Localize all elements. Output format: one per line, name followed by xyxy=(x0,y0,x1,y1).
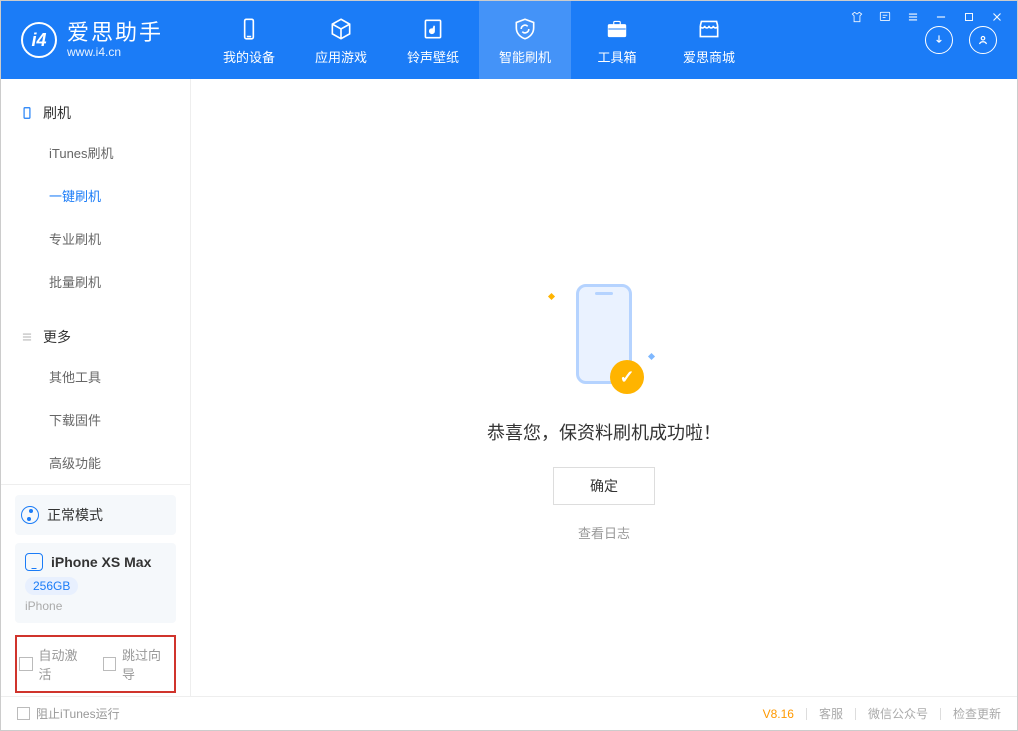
checkbox-block-itunes[interactable]: 阻止iTunes运行 xyxy=(17,705,120,722)
nav-toolbox[interactable]: 工具箱 xyxy=(571,1,663,79)
shirt-icon[interactable] xyxy=(849,9,865,25)
sidebar-section-flash: 刷机 xyxy=(1,95,190,131)
separator xyxy=(855,708,856,720)
device-icon xyxy=(235,15,263,43)
close-icon[interactable] xyxy=(989,9,1005,25)
sidebar: 刷机 iTunes刷机 一键刷机 专业刷机 批量刷机 更多 其他工具 下载固件 … xyxy=(1,79,191,696)
app-title: 爱思助手 xyxy=(67,21,163,45)
window-controls xyxy=(849,9,1005,25)
sidebar-section-title: 更多 xyxy=(43,327,71,347)
device-small-icon xyxy=(25,553,43,571)
feedback-icon[interactable] xyxy=(877,9,893,25)
top-navigation: 我的设备 应用游戏 铃声壁纸 智能刷机 工具箱 爱思商城 xyxy=(203,1,755,79)
footer-bar: 阻止iTunes运行 V8.16 客服 微信公众号 检查更新 xyxy=(1,696,1017,730)
maximize-icon[interactable] xyxy=(961,9,977,25)
checkbox-icon xyxy=(17,707,30,720)
shield-refresh-icon xyxy=(511,15,539,43)
ok-button[interactable]: 确定 xyxy=(553,467,655,505)
sidebar-item-oneclick-flash[interactable]: 一键刷机 xyxy=(1,174,190,217)
nav-label: 工具箱 xyxy=(598,47,637,66)
view-log-link[interactable]: 查看日志 xyxy=(578,523,630,542)
sidebar-item-itunes-flash[interactable]: iTunes刷机 xyxy=(1,131,190,174)
main-area: 刷机 iTunes刷机 一键刷机 专业刷机 批量刷机 更多 其他工具 下载固件 … xyxy=(1,79,1017,696)
options-row-highlighted: 自动激活 跳过向导 xyxy=(15,635,176,693)
device-capacity-badge: 256GB xyxy=(25,577,78,595)
separator xyxy=(940,708,941,720)
nav-label: 铃声壁纸 xyxy=(407,47,459,66)
nav-label: 爱思商城 xyxy=(683,47,735,66)
download-manager-icon[interactable] xyxy=(925,26,953,54)
version-label: V8.16 xyxy=(763,707,794,721)
device-card[interactable]: iPhone XS Max 256GB iPhone xyxy=(15,543,176,623)
logo-icon: i4 xyxy=(21,22,57,58)
sparkle-icon xyxy=(648,353,655,360)
nav-smart-flash[interactable]: 智能刷机 xyxy=(479,1,571,79)
sparkle-icon xyxy=(548,293,555,300)
app-header: i4 爱思助手 www.i4.cn 我的设备 应用游戏 铃声壁纸 智能刷机 工具… xyxy=(1,1,1017,79)
cube-icon xyxy=(327,15,355,43)
device-name: iPhone XS Max xyxy=(51,554,151,570)
checkbox-label: 自动激活 xyxy=(39,645,89,683)
nav-store[interactable]: 爱思商城 xyxy=(663,1,755,79)
checkbox-icon xyxy=(103,657,117,671)
nav-ringtone-wallpaper[interactable]: 铃声壁纸 xyxy=(387,1,479,79)
user-account-icon[interactable] xyxy=(969,26,997,54)
nav-apps-games[interactable]: 应用游戏 xyxy=(295,1,387,79)
content-area: ✓ 恭喜您，保资料刷机成功啦！ 确定 查看日志 xyxy=(191,79,1017,696)
music-note-icon xyxy=(419,15,447,43)
success-illustration: ✓ xyxy=(544,279,664,389)
logo-block: i4 爱思助手 www.i4.cn xyxy=(21,21,163,58)
footer-link-wechat[interactable]: 微信公众号 xyxy=(868,705,928,722)
store-icon xyxy=(695,15,723,43)
briefcase-icon xyxy=(603,15,631,43)
checkbox-label: 阻止iTunes运行 xyxy=(36,705,120,722)
menu-icon[interactable] xyxy=(905,9,921,25)
device-mode-row[interactable]: 正常模式 xyxy=(15,495,176,535)
sidebar-section-more: 更多 xyxy=(1,319,190,355)
list-icon xyxy=(19,329,35,345)
device-mode-label: 正常模式 xyxy=(47,505,103,525)
mode-icon xyxy=(21,506,39,524)
checkbox-label: 跳过向导 xyxy=(122,645,172,683)
app-url: www.i4.cn xyxy=(67,46,163,59)
sidebar-item-download-firmware[interactable]: 下载固件 xyxy=(1,398,190,441)
footer-right: V8.16 客服 微信公众号 检查更新 xyxy=(763,705,1001,722)
checkbox-icon xyxy=(19,657,33,671)
checkbox-skip-setup[interactable]: 跳过向导 xyxy=(103,645,173,683)
sidebar-bottom: 正常模式 iPhone XS Max 256GB iPhone 自动激活 跳过向… xyxy=(1,484,190,696)
success-message: 恭喜您，保资料刷机成功啦！ xyxy=(487,419,721,445)
nav-label: 智能刷机 xyxy=(499,47,551,66)
sidebar-item-other-tools[interactable]: 其他工具 xyxy=(1,355,190,398)
footer-link-update[interactable]: 检查更新 xyxy=(953,705,1001,722)
separator xyxy=(806,708,807,720)
footer-link-support[interactable]: 客服 xyxy=(819,705,843,722)
sidebar-item-pro-flash[interactable]: 专业刷机 xyxy=(1,217,190,260)
checkmark-badge-icon: ✓ xyxy=(610,360,644,394)
nav-my-device[interactable]: 我的设备 xyxy=(203,1,295,79)
nav-label: 我的设备 xyxy=(223,47,275,66)
nav-label: 应用游戏 xyxy=(315,47,367,66)
phone-icon xyxy=(19,105,35,121)
sidebar-section-title: 刷机 xyxy=(43,103,71,123)
checkbox-auto-activate[interactable]: 自动激活 xyxy=(19,645,89,683)
sidebar-item-batch-flash[interactable]: 批量刷机 xyxy=(1,260,190,303)
sidebar-item-advanced[interactable]: 高级功能 xyxy=(1,441,190,484)
header-right-icons xyxy=(925,26,1005,54)
minimize-icon[interactable] xyxy=(933,9,949,25)
device-type: iPhone xyxy=(25,599,166,613)
